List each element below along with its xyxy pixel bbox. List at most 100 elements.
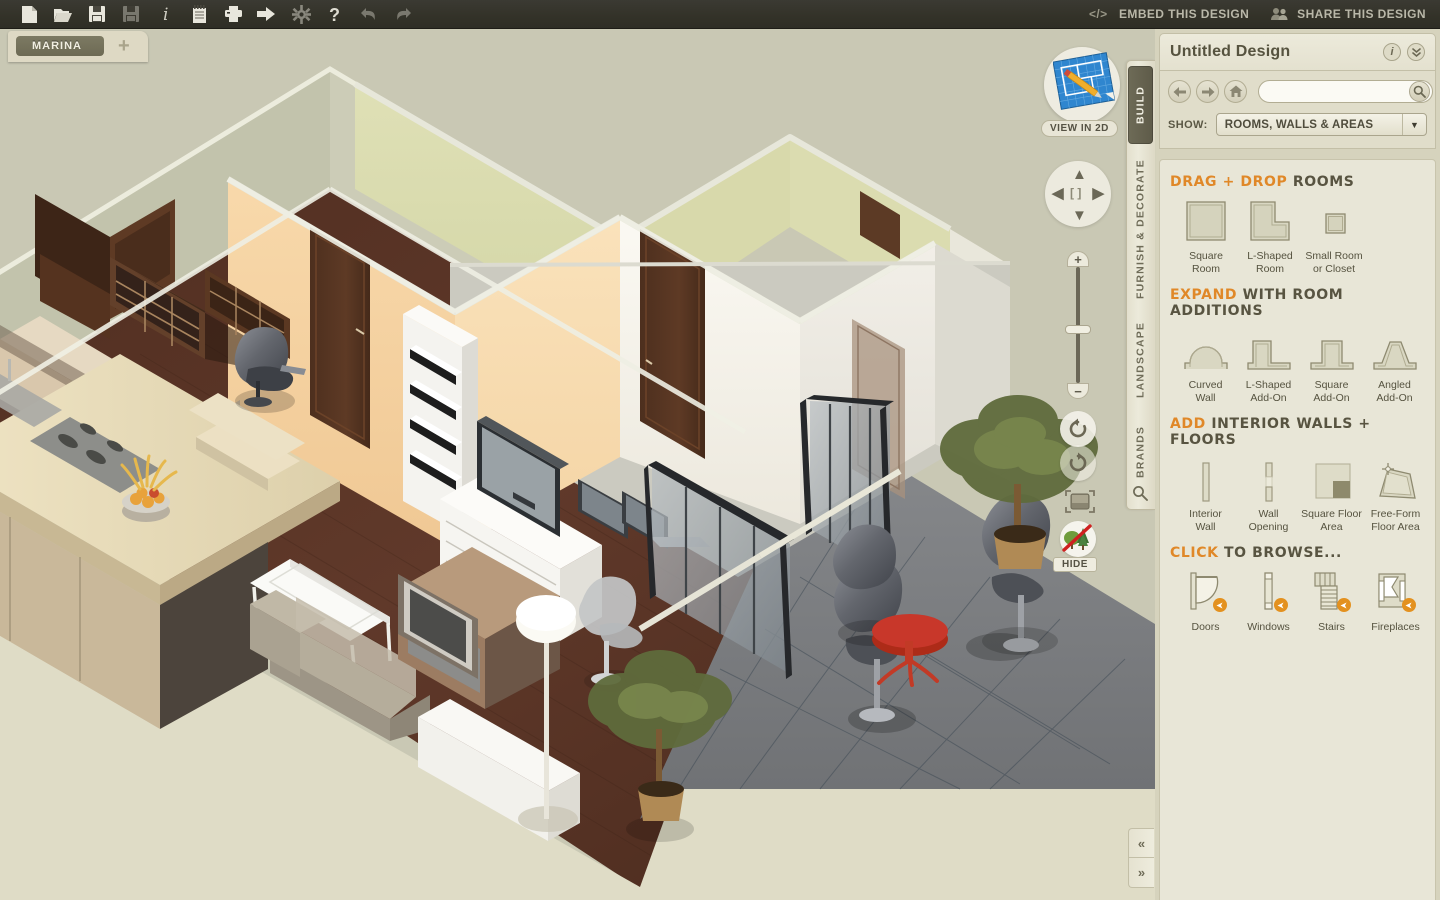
item-l-shaped-room[interactable]: L-Shaped Room <box>1238 198 1302 275</box>
pan-up-arrow[interactable]: ▲ <box>1072 166 1087 183</box>
item-doors[interactable]: Doors <box>1174 569 1237 634</box>
item-label-l-shaped-addon: L-Shaped Add-On <box>1245 379 1292 404</box>
zoom-slider-thumb[interactable] <box>1065 325 1091 334</box>
rail-search-icon[interactable] <box>1132 485 1148 506</box>
help-icon[interactable]: ? <box>318 1 352 28</box>
free-form-floor-area-icon <box>1363 456 1428 504</box>
rail-tab-build[interactable]: BUILD <box>1128 66 1153 144</box>
hide-plants-toggle[interactable] <box>1060 521 1096 557</box>
save-as-icon[interactable] <box>114 1 148 28</box>
embed-design-button[interactable]: </> EMBED THIS DESIGN <box>1089 7 1249 21</box>
design-title: Untitled Design <box>1170 43 1291 60</box>
section-title-walls: ADD INTERIOR WALLS + FLOORS <box>1170 416 1435 448</box>
item-wall-opening[interactable]: Wall Opening <box>1237 456 1300 533</box>
item-square-room[interactable]: Square Room <box>1174 198 1238 275</box>
zoom-out-button[interactable]: − <box>1067 383 1089 399</box>
item-stairs[interactable]: Stairs <box>1300 569 1363 634</box>
item-small-room-or-closet[interactable]: Small Room or Closet <box>1302 198 1366 275</box>
panel-search-button[interactable] <box>1409 81 1430 102</box>
zoom-slider[interactable]: + − <box>1065 251 1091 399</box>
pan-right-arrow[interactable]: ▶ <box>1092 184 1104 202</box>
small-room-icon <box>1302 198 1366 246</box>
section-interior-walls-floors: ADD INTERIOR WALLS + FLOORS Interior Wal… <box>1160 406 1435 535</box>
panel-collapse-button[interactable] <box>1407 43 1425 61</box>
arrow-right-icon <box>1201 86 1214 97</box>
floorplan-3d-render <box>0 29 1155 900</box>
rotate-ccw-icon <box>1069 418 1087 438</box>
section-title-browse: CLICK TO BROWSE... <box>1170 545 1435 561</box>
item-angled-addon[interactable]: Angled Add-On <box>1363 327 1426 404</box>
redo-icon[interactable] <box>386 1 420 28</box>
save-icon[interactable] <box>80 1 114 28</box>
viewport-navigation-cluster: VIEW IN 2D ▲ ▼ ◀ ▶ [ ] + − HIDE <box>1041 45 1127 572</box>
section-rest-rooms: ROOMS <box>1292 174 1355 190</box>
zoom-in-button[interactable]: + <box>1067 251 1089 267</box>
item-interior-wall[interactable]: Interior Wall <box>1174 456 1237 533</box>
hide-label[interactable]: HIDE <box>1053 557 1097 572</box>
pan-dpad-control[interactable]: ▲ ▼ ◀ ▶ [ ] <box>1045 161 1111 227</box>
view-in-2d-label[interactable]: VIEW IN 2D <box>1041 120 1118 137</box>
export-icon[interactable] <box>250 1 284 28</box>
item-label-interior-wall: Interior Wall <box>1189 508 1222 533</box>
notes-icon[interactable] <box>182 1 216 28</box>
rotate-counterclockwise-button[interactable] <box>1060 411 1096 447</box>
view-in-2d-control[interactable]: VIEW IN 2D <box>1041 45 1127 137</box>
items-walls: Interior Wall Wall Opening Square Floor … <box>1170 456 1435 533</box>
item-label-small-room: Small Room or Closet <box>1305 250 1363 275</box>
undo-icon[interactable] <box>352 1 386 28</box>
interior-wall-icon <box>1174 456 1237 504</box>
wall-opening-icon <box>1237 456 1300 504</box>
panel-content: DRAG + DROP ROOMS Square Room L-Shaped R… <box>1159 159 1436 900</box>
rail-tab-brands[interactable]: BRANDS <box>1128 416 1153 488</box>
item-label-square-room: Square Room <box>1189 250 1223 275</box>
item-l-shaped-addon[interactable]: L-Shaped Add-On <box>1237 327 1300 404</box>
people-icon <box>1271 8 1288 20</box>
chevron-down-icon[interactable]: ▼ <box>1402 114 1426 135</box>
item-label-windows: Windows <box>1247 621 1290 633</box>
item-fireplaces[interactable]: Fireplaces <box>1363 569 1428 634</box>
add-project-tab-button[interactable]: + <box>114 36 134 56</box>
panel-forward-button[interactable] <box>1196 80 1219 103</box>
collapse-left-button[interactable]: « <box>1128 828 1154 858</box>
hide-vegetation-icon <box>1062 524 1092 552</box>
panel-search-box[interactable] <box>1258 80 1433 103</box>
take-snapshot-button[interactable] <box>1064 489 1096 516</box>
section-title-additions: EXPAND WITH ROOM ADDITIONS <box>1170 287 1435 319</box>
app-root: i ? </> EMBED THIS DESIGN SHARE THIS DES… <box>0 0 1440 900</box>
share-design-button[interactable]: SHARE THIS DESIGN <box>1271 7 1426 21</box>
window-icon <box>1237 569 1300 617</box>
recenter-view-icon[interactable]: [ ] <box>1070 186 1081 200</box>
item-label-square-addon: Square Add-On <box>1313 379 1350 404</box>
design-info-button[interactable]: i <box>1383 43 1401 61</box>
item-label-l-shaped-room: L-Shaped Room <box>1247 250 1293 275</box>
pan-down-arrow[interactable]: ▼ <box>1072 207 1087 224</box>
svg-text:</>: </> <box>1089 8 1108 20</box>
item-square-floor-area[interactable]: Square Floor Area <box>1300 456 1363 533</box>
open-folder-icon[interactable] <box>46 1 80 28</box>
design-viewport-3d[interactable]: VIEW IN 2D ▲ ▼ ◀ ▶ [ ] + − HIDE <box>0 29 1155 900</box>
panel-home-button[interactable] <box>1224 80 1247 103</box>
svg-text:?: ? <box>329 5 340 24</box>
panel-back-button[interactable] <box>1168 80 1191 103</box>
new-document-icon[interactable] <box>12 1 46 28</box>
item-square-addon[interactable]: Square Add-On <box>1300 327 1363 404</box>
print-icon[interactable] <box>216 1 250 28</box>
panel-search-input[interactable] <box>1267 85 1409 98</box>
pan-left-arrow[interactable]: ◀ <box>1052 184 1064 202</box>
settings-gear-icon[interactable] <box>284 1 318 28</box>
l-shaped-addon-icon <box>1237 327 1300 375</box>
item-windows[interactable]: Windows <box>1237 569 1300 634</box>
item-label-square-floor-area: Square Floor Area <box>1301 508 1362 533</box>
collapse-right-button[interactable]: » <box>1128 858 1154 888</box>
show-filter-dropdown[interactable]: ROOMS, WALLS & AREAS ▼ <box>1215 113 1427 136</box>
rotate-clockwise-button[interactable] <box>1060 445 1096 481</box>
rail-tab-furnish-decorate[interactable]: FURNISH & DECORATE <box>1128 154 1153 304</box>
search-icon <box>1413 85 1426 98</box>
rail-tab-landscape[interactable]: LANDSCAPE <box>1128 312 1153 408</box>
project-tab-marina[interactable]: MARINA <box>16 36 104 56</box>
item-free-form-floor-area[interactable]: Free-Form Floor Area <box>1363 456 1428 533</box>
section-drag-drop-rooms: DRAG + DROP ROOMS Square Room L-Shaped R… <box>1160 164 1435 277</box>
chevrons-down-icon <box>1411 47 1421 57</box>
item-curved-wall[interactable]: Curved Wall <box>1174 327 1237 404</box>
info-icon[interactable]: i <box>148 1 182 28</box>
